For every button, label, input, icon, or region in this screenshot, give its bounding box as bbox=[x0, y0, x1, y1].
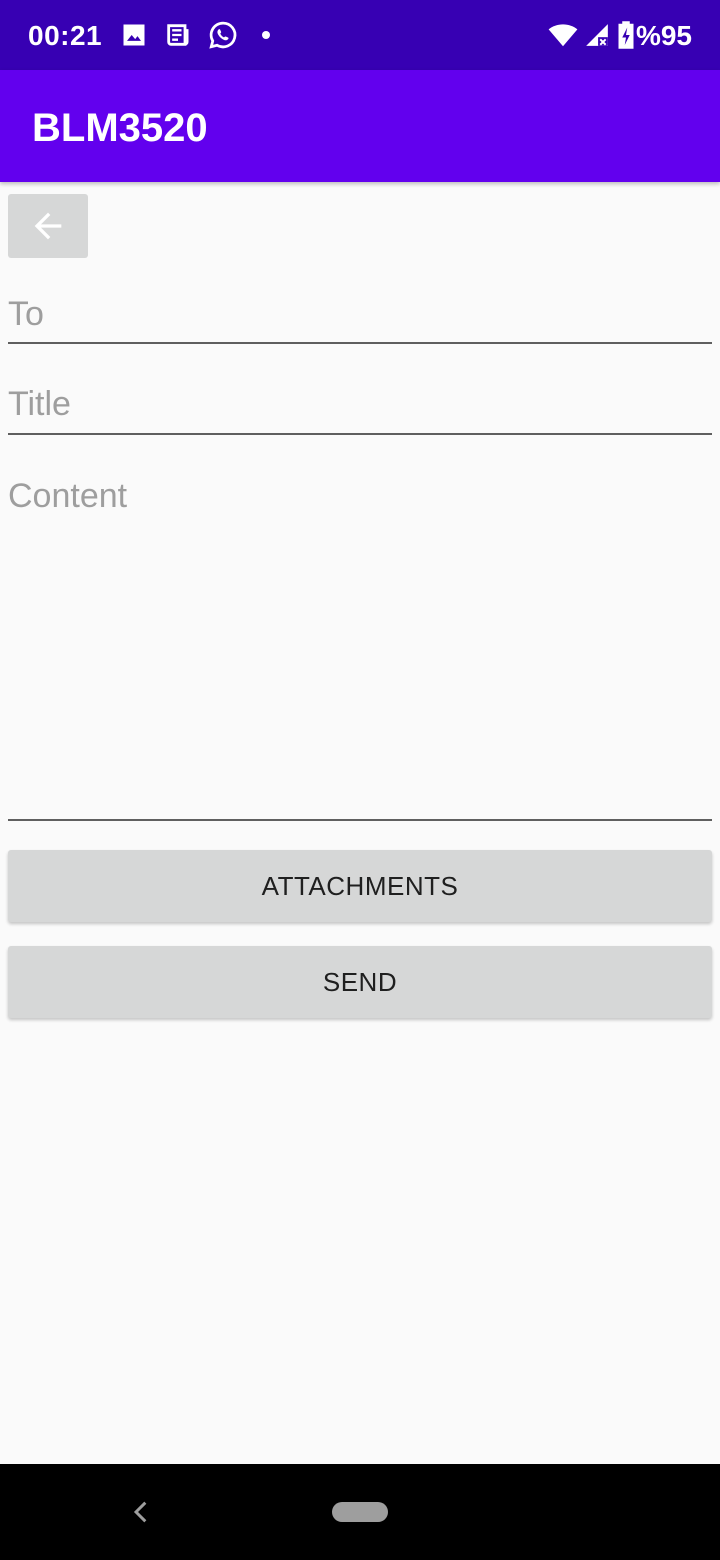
image-icon bbox=[120, 20, 148, 50]
send-button[interactable]: SEND bbox=[8, 946, 712, 1018]
send-button-label: SEND bbox=[322, 966, 398, 997]
to-field-container bbox=[8, 292, 712, 344]
title-field[interactable] bbox=[8, 382, 712, 426]
news-icon bbox=[164, 20, 192, 50]
content-field[interactable] bbox=[8, 474, 712, 819]
signal-icon bbox=[584, 20, 610, 50]
dot-icon bbox=[258, 20, 274, 50]
app-bar: BLM3520 bbox=[0, 70, 720, 182]
title-field-container bbox=[8, 382, 712, 435]
to-field[interactable] bbox=[8, 292, 712, 336]
screen: 00:21 %95 BLM3520 To Title Content ATTAC… bbox=[0, 0, 720, 1560]
attachments-button[interactable]: ATTACHMENTS bbox=[8, 850, 712, 922]
navigation-bar bbox=[0, 1464, 720, 1560]
status-bar: 00:21 %95 bbox=[0, 0, 720, 70]
status-time: 00:21 bbox=[28, 20, 103, 51]
arrow-left-icon bbox=[34, 212, 62, 240]
content-field-container bbox=[8, 474, 712, 821]
attachments-button-label: ATTACHMENTS bbox=[261, 870, 459, 901]
home-pill-icon[interactable] bbox=[332, 1502, 388, 1522]
battery-percentage: %95 bbox=[635, 20, 692, 51]
wifi-icon bbox=[546, 20, 580, 50]
app-title: BLM3520 bbox=[32, 106, 208, 150]
chevron-left-icon[interactable] bbox=[126, 1496, 154, 1528]
back-button[interactable] bbox=[8, 194, 88, 258]
whatsapp-icon bbox=[208, 20, 238, 50]
battery-charging-icon bbox=[616, 20, 636, 50]
